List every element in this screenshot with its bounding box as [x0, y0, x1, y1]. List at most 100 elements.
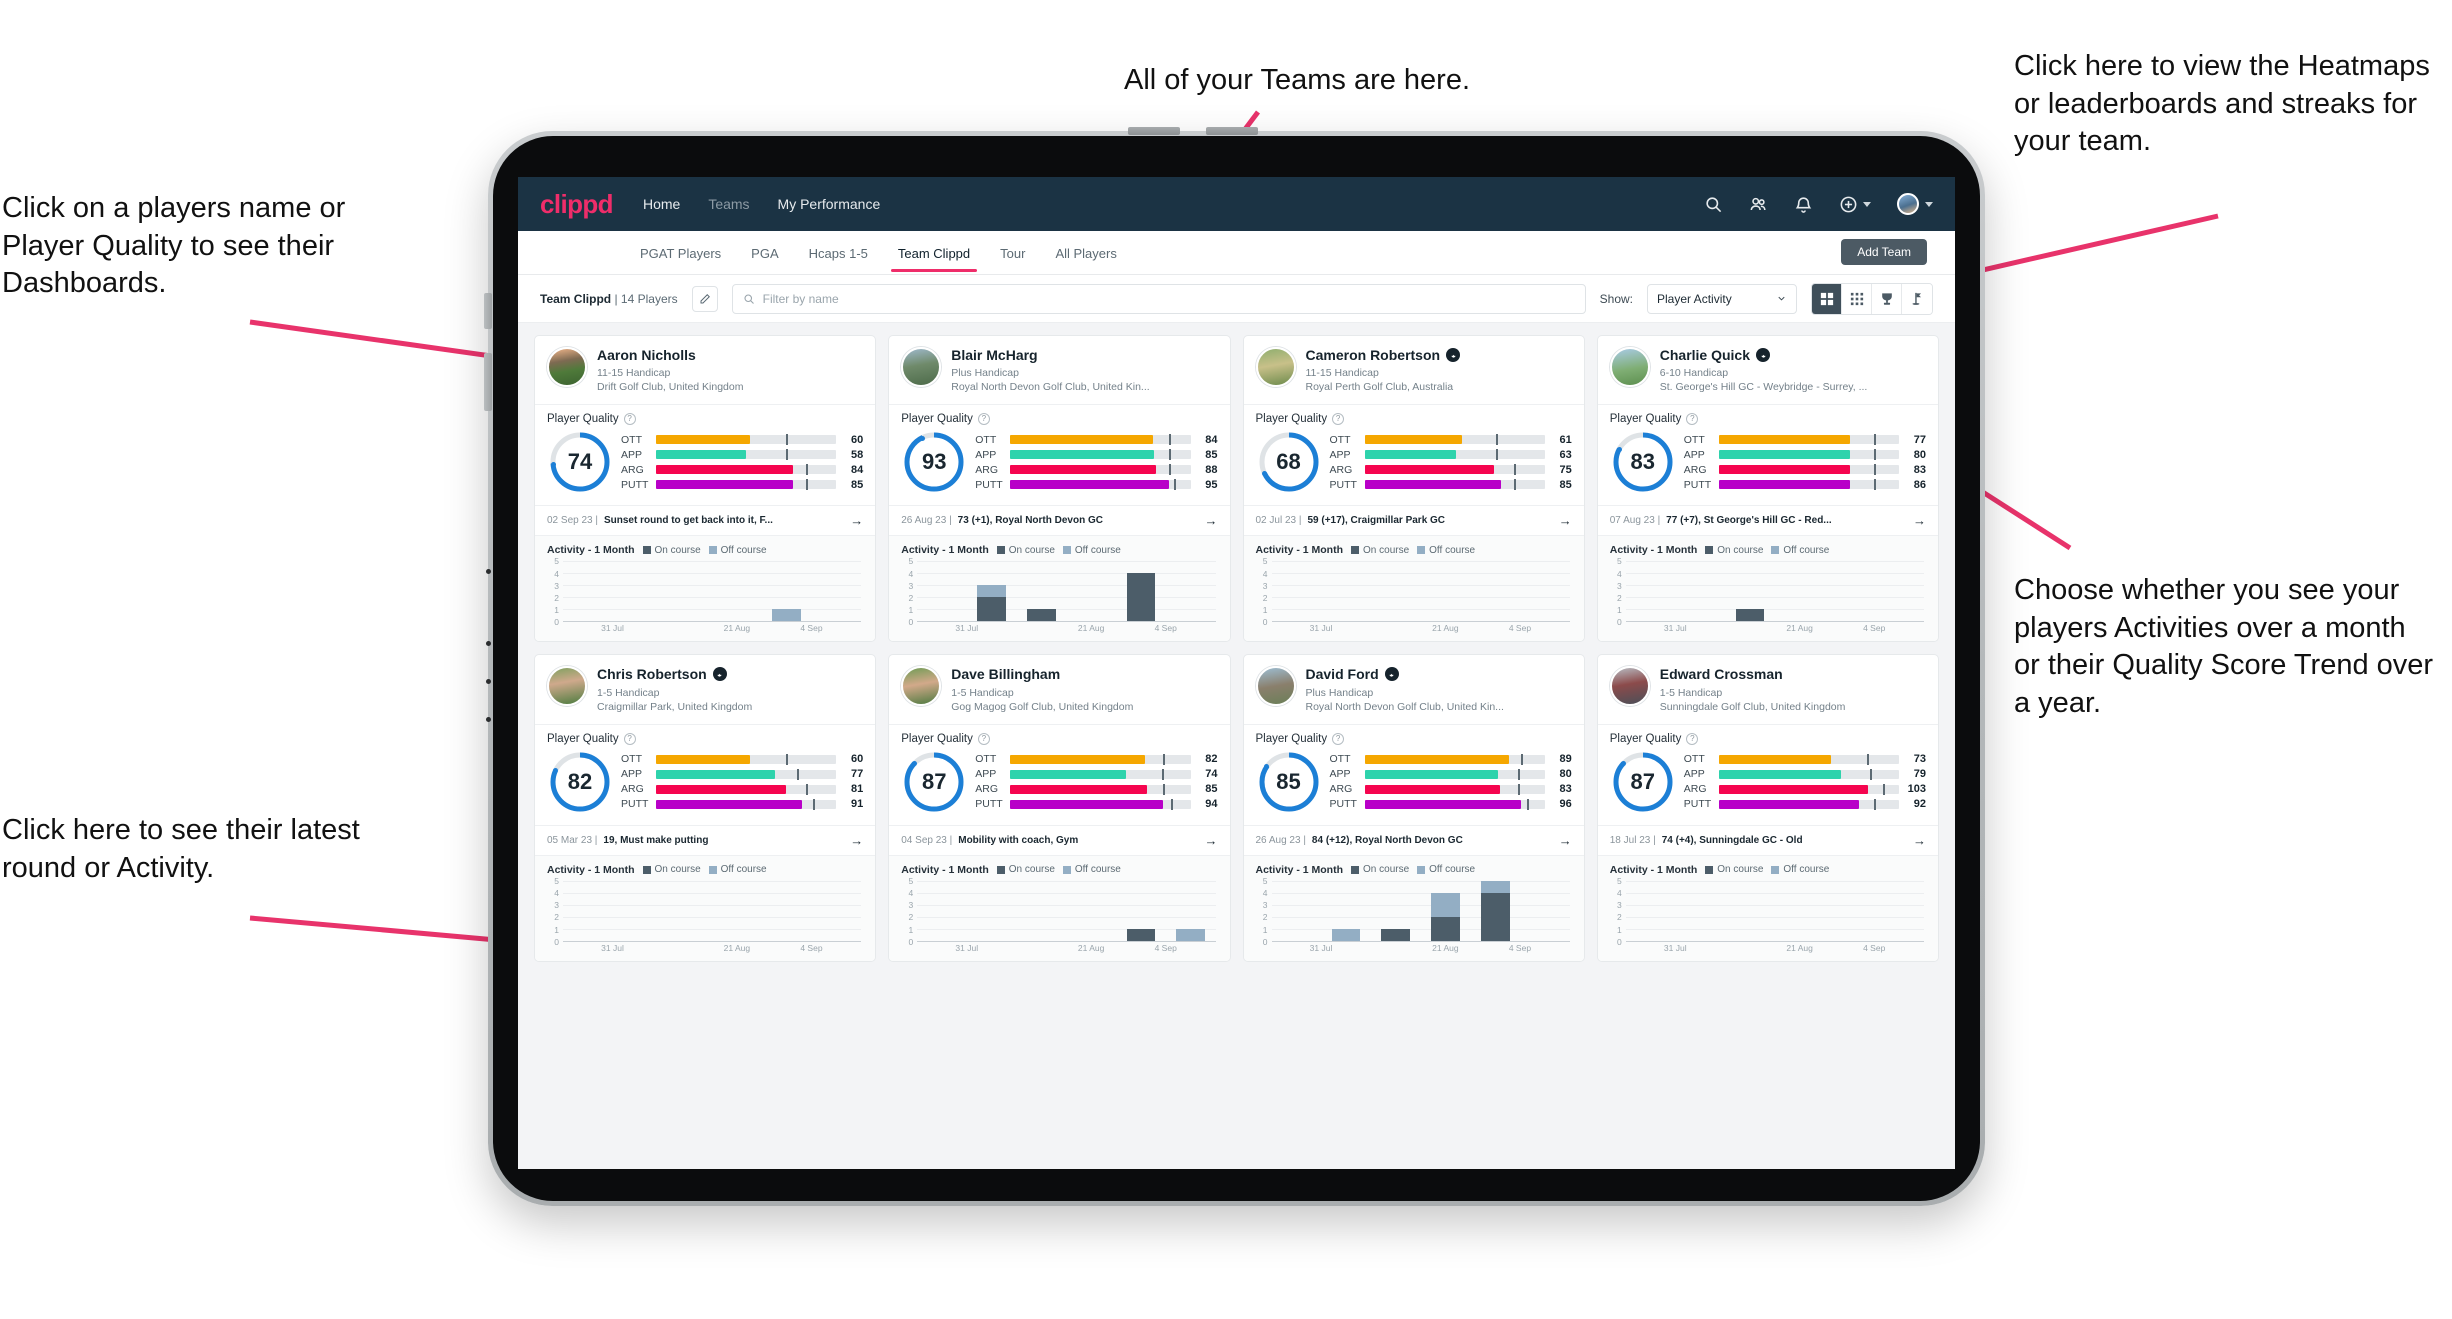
player-quality-section[interactable]: Player Quality? 93 OTT 84 APP 85 ARG 88 PUTT 95 — [889, 404, 1230, 505]
player-card[interactable]: Edward Crossman 1-5 Handicap Sunningdale G… — [1596, 654, 1939, 962]
player-card-header[interactable]: Charlie Quick 6-10 Handicap St. George's H… — [1598, 336, 1938, 404]
search-input[interactable]: Filter by name — [731, 283, 1586, 314]
show-select[interactable]: Player Activity — [1647, 283, 1797, 314]
player-card-header[interactable]: Aaron Nicholls 11-15 Handicap Drift Golf C… — [535, 336, 875, 404]
edit-team-button[interactable] — [691, 285, 718, 312]
player-card[interactable]: Chris Robertson 1-5 Handicap Craigmillar P… — [534, 654, 877, 962]
player-card[interactable]: Dave Billingham 1-5 Handicap Gog Magog Gol… — [888, 654, 1231, 962]
arrow-right-icon[interactable]: → — [1205, 833, 1218, 848]
help-icon[interactable]: ? — [623, 732, 636, 745]
player-quality-section[interactable]: Player Quality? 68 OTT 61 APP 63 ARG 75 PUTT 85 — [1243, 404, 1584, 505]
player-card-header[interactable]: Chris Robertson 1-5 Handicap Craigmillar P… — [535, 655, 875, 723]
player-avatar[interactable] — [1609, 666, 1650, 707]
tab-all-players[interactable]: All Players — [1053, 234, 1118, 272]
player-name[interactable]: Cameron Robertson — [1306, 347, 1441, 363]
player-card[interactable]: Blair McHarg Plus Handicap Royal North Dev… — [888, 335, 1231, 643]
tab-pga[interactable]: PGA — [749, 234, 780, 272]
avatar[interactable] — [1897, 193, 1919, 215]
arrow-right-icon[interactable]: → — [850, 513, 863, 528]
player-quality-section[interactable]: Player Quality? 83 OTT 77 APP 80 ARG 83 PUTT 86 — [1597, 404, 1938, 505]
player-quality-section[interactable]: Player Quality? 74 OTT 60 APP 58 ARG 84 PUTT 85 — [535, 404, 876, 505]
arrow-right-icon[interactable]: → — [850, 833, 863, 848]
latest-round-row[interactable]: 02 Jul 23 | 59 (+17), Craigmillar Park GC… — [1243, 505, 1584, 536]
arrow-right-icon[interactable]: → — [1913, 513, 1926, 528]
user-menu[interactable] — [1897, 193, 1933, 215]
player-card[interactable]: Aaron Nicholls 11-15 Handicap Drift Golf C… — [534, 335, 877, 643]
player-avatar[interactable] — [1255, 347, 1296, 387]
flag-streak-icon[interactable] — [1902, 283, 1932, 314]
player-avatar[interactable] — [901, 666, 942, 707]
help-icon[interactable]: ? — [977, 732, 990, 745]
grid-view-icon[interactable] — [1812, 283, 1842, 314]
player-avatar[interactable] — [547, 347, 587, 387]
help-icon[interactable]: ? — [1686, 732, 1699, 745]
help-icon[interactable]: ? — [1332, 732, 1345, 745]
help-icon[interactable]: ? — [977, 413, 990, 426]
tab-tour[interactable]: Tour — [998, 234, 1027, 272]
latest-round-row[interactable]: 05 Mar 23 | 19, Must make putting → — [535, 824, 876, 855]
help-icon[interactable]: ? — [1686, 413, 1699, 426]
player-name-row[interactable]: David Ford — [1306, 666, 1504, 682]
nav-link-home[interactable]: Home — [643, 196, 680, 212]
latest-round-row[interactable]: 26 Aug 23 | 84 (+12), Royal North Devon G… — [1243, 824, 1584, 855]
latest-round-row[interactable]: 04 Sep 23 | Mobility with coach, Gym → — [889, 824, 1230, 855]
player-card-header[interactable]: Cameron Robertson 11-15 Handicap Royal Per… — [1244, 336, 1584, 404]
latest-round-row[interactable]: 07 Aug 23 | 77 (+7), St George's Hill GC … — [1597, 505, 1938, 536]
latest-round-row[interactable]: 02 Sep 23 | Sunset round to get back into… — [535, 505, 876, 536]
nav-link-teams[interactable]: Teams — [708, 196, 749, 212]
metric-bar — [1718, 449, 1899, 461]
player-name[interactable]: Charlie Quick — [1660, 347, 1750, 363]
player-card-header[interactable]: Dave Billingham 1-5 Handicap Gog Magog Gol… — [889, 655, 1229, 723]
player-avatar[interactable] — [901, 347, 942, 387]
nav-link-my-performance[interactable]: My Performance — [778, 196, 881, 212]
clippd-logo[interactable]: clippd — [540, 189, 614, 220]
latest-round-row[interactable]: 18 Jul 23 | 74 (+4), Sunningdale GC - Old… — [1597, 824, 1938, 855]
plus-circle-icon[interactable] — [1839, 195, 1858, 214]
tab-pgat-players[interactable]: PGAT Players — [638, 234, 723, 272]
player-name[interactable]: Edward Crossman — [1660, 666, 1783, 682]
add-menu[interactable] — [1839, 195, 1871, 214]
player-name[interactable]: Dave Billingham — [951, 666, 1060, 682]
player-quality-section[interactable]: Player Quality? 82 OTT 60 APP 77 ARG 81 PUTT 91 — [535, 723, 876, 825]
tab-team-clippd[interactable]: Team Clippd — [890, 234, 978, 272]
player-name[interactable]: David Ford — [1306, 666, 1379, 682]
player-name-row[interactable]: Chris Robertson — [597, 666, 752, 682]
player-name[interactable]: Blair McHarg — [951, 347, 1037, 363]
dense-grid-view-icon[interactable] — [1842, 283, 1872, 314]
trophy-leaderboard-icon[interactable] — [1872, 283, 1902, 314]
player-name-row[interactable]: Charlie Quick — [1660, 347, 1868, 363]
player-card-header[interactable]: Edward Crossman 1-5 Handicap Sunningdale G… — [1598, 655, 1938, 723]
player-name[interactable]: Aaron Nicholls — [597, 347, 696, 363]
player-avatar[interactable] — [547, 666, 587, 707]
player-avatar[interactable] — [1609, 347, 1650, 387]
help-icon[interactable]: ? — [623, 413, 636, 426]
player-quality-section[interactable]: Player Quality? 87 OTT 82 APP 74 ARG 85 PUTT 94 — [889, 723, 1230, 825]
player-name-row[interactable]: Edward Crossman — [1660, 666, 1846, 682]
player-card[interactable]: Charlie Quick 6-10 Handicap St. George's H… — [1596, 335, 1939, 643]
search-icon[interactable] — [1704, 195, 1723, 214]
activity-bar-slot — [1874, 881, 1924, 941]
player-name-row[interactable]: Aaron Nicholls — [597, 347, 743, 363]
arrow-right-icon[interactable]: → — [1205, 513, 1218, 528]
latest-round-row[interactable]: 26 Aug 23 | 73 (+1), Royal North Devon GC… — [889, 505, 1230, 536]
arrow-right-icon[interactable]: → — [1913, 833, 1926, 848]
player-name-row[interactable]: Cameron Robertson — [1306, 347, 1461, 363]
help-icon[interactable]: ? — [1332, 413, 1345, 426]
player-card[interactable]: Cameron Robertson 11-15 Handicap Royal Per… — [1242, 335, 1585, 643]
add-team-button[interactable]: Add Team — [1841, 239, 1927, 265]
player-card-header[interactable]: Blair McHarg Plus Handicap Royal North Dev… — [889, 336, 1229, 404]
player-card[interactable]: David Ford Plus Handicap Royal North Devon… — [1242, 654, 1585, 962]
player-card-header[interactable]: David Ford Plus Handicap Royal North Devon… — [1244, 655, 1584, 723]
player-quality-section[interactable]: Player Quality? 85 OTT 89 APP 80 ARG 83 PUTT 96 — [1243, 723, 1584, 825]
player-name-row[interactable]: Blair McHarg — [951, 347, 1149, 363]
people-icon[interactable] — [1749, 195, 1768, 214]
player-name[interactable]: Chris Robertson — [597, 666, 707, 682]
player-avatar[interactable] — [1255, 666, 1296, 707]
activity-bar-slot — [1421, 881, 1471, 941]
player-name-row[interactable]: Dave Billingham — [951, 666, 1133, 682]
arrow-right-icon[interactable]: → — [1559, 513, 1572, 528]
player-quality-section[interactable]: Player Quality? 87 OTT 73 APP 79 ARG 103 PUTT 92 — [1597, 723, 1938, 825]
tab-hcaps-1-5[interactable]: Hcaps 1-5 — [807, 234, 870, 272]
bell-icon[interactable] — [1794, 195, 1813, 214]
arrow-right-icon[interactable]: → — [1559, 833, 1572, 848]
